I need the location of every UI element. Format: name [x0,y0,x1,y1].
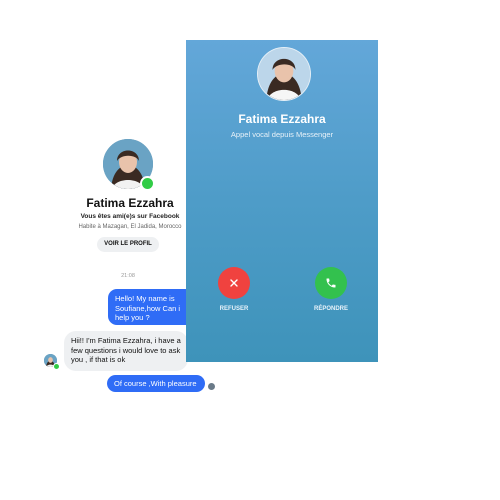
message-bubble-outgoing[interactable]: Of course ,With pleasure [107,375,205,392]
online-status-indicator [140,176,155,191]
close-icon [230,279,238,287]
friends-status-text: Vous êtes ami(e)s sur Facebook [80,213,180,220]
phone-icon [326,278,336,288]
call-type-subtitle: Appel vocal depuis Messenger [230,130,334,139]
accept-call-label: RÉPONDRE [313,306,348,312]
message-bubble-incoming[interactable]: Hii!! I'm Fatima Ezzahra, i have a few q… [64,331,188,371]
accept-call-button[interactable] [315,267,347,299]
decline-call-button[interactable] [218,267,250,299]
sender-online-dot [53,363,60,370]
view-profile-button[interactable]: VOIR LE PROFIL [97,237,159,252]
profile-name: Fatima Ezzahra [86,196,174,210]
incoming-call-screen: Fatima Ezzahra Appel vocal depuis Messen… [186,40,378,362]
message-timestamp: 21:08 [121,273,135,279]
seen-indicator-avatar [208,383,215,390]
caller-avatar [257,47,311,101]
message-bubble-outgoing[interactable]: Hello! My name is Soufiane,how Can i hel… [108,289,198,325]
caller-name: Fatima Ezzahra [238,112,326,126]
location-text: Habite à Mazagan, El Jadida, Morocco [78,224,182,230]
decline-call-label: REFUSER [219,306,249,312]
